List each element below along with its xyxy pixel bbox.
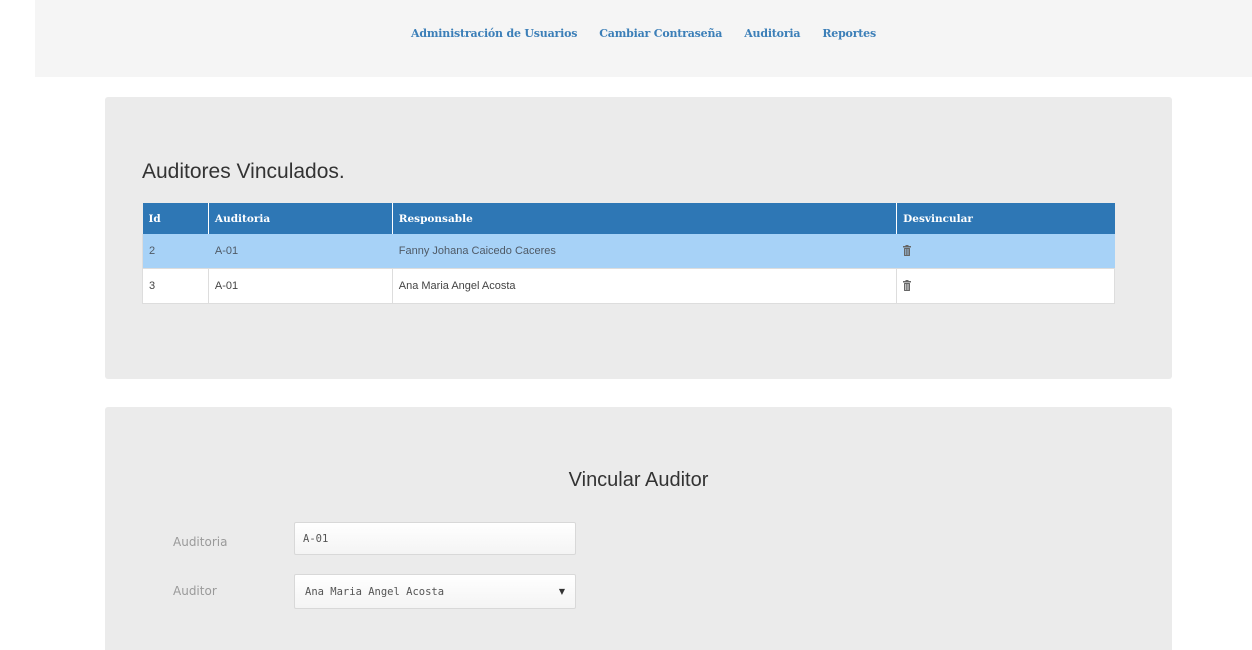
trash-icon[interactable] <box>903 280 912 291</box>
column-header-unlink[interactable]: Desvincular <box>896 203 1115 234</box>
cell-id: 3 <box>142 268 209 304</box>
cell-unlink <box>896 234 1115 269</box>
top-navbar: Administración de Usuarios Cambiar Contr… <box>35 0 1252 77</box>
table-row[interactable]: 2 A-01 Fanny Johana Caicedo Caceres <box>142 234 1115 269</box>
auditor-select[interactable]: Ana Maria Angel Acosta ▼ <box>294 574 576 609</box>
table-row[interactable]: 3 A-01 Ana Maria Angel Acosta <box>142 268 1115 304</box>
audit-field-label: Auditoria <box>173 535 228 549</box>
link-auditor-panel <box>105 407 1172 650</box>
nav-link-audit[interactable]: Auditoria <box>744 27 800 40</box>
table-header-row: Id Auditoria Responsable Desvincular <box>142 203 1115 234</box>
cell-audit: A-01 <box>208 268 393 304</box>
nav-link-change-password[interactable]: Cambiar Contraseña <box>599 27 722 40</box>
cell-responsible: Fanny Johana Caicedo Caceres <box>392 234 898 269</box>
chevron-down-icon: ▼ <box>558 587 565 596</box>
cell-unlink <box>896 268 1115 304</box>
column-header-responsible[interactable]: Responsable <box>392 203 898 234</box>
nav-link-reports[interactable]: Reportes <box>822 27 876 40</box>
audit-field-input[interactable] <box>294 522 576 555</box>
link-auditor-title: Vincular Auditor <box>568 469 709 491</box>
cell-audit: A-01 <box>208 234 393 269</box>
column-header-id[interactable]: Id <box>142 203 209 234</box>
nav-link-user-admin[interactable]: Administración de Usuarios <box>411 27 577 40</box>
trash-icon[interactable] <box>903 245 912 256</box>
main-nav: Administración de Usuarios Cambiar Contr… <box>35 27 1252 40</box>
column-header-audit[interactable]: Auditoria <box>208 203 393 234</box>
linked-auditors-table: Id Auditoria Responsable Desvincular 2 A… <box>142 203 1115 304</box>
auditor-field-label: Auditor <box>173 584 217 598</box>
cell-id: 2 <box>142 234 209 269</box>
linked-auditors-title: Auditores Vinculados. <box>142 160 345 183</box>
cell-responsible: Ana Maria Angel Acosta <box>392 268 898 304</box>
auditor-select-value: Ana Maria Angel Acosta <box>305 585 445 598</box>
